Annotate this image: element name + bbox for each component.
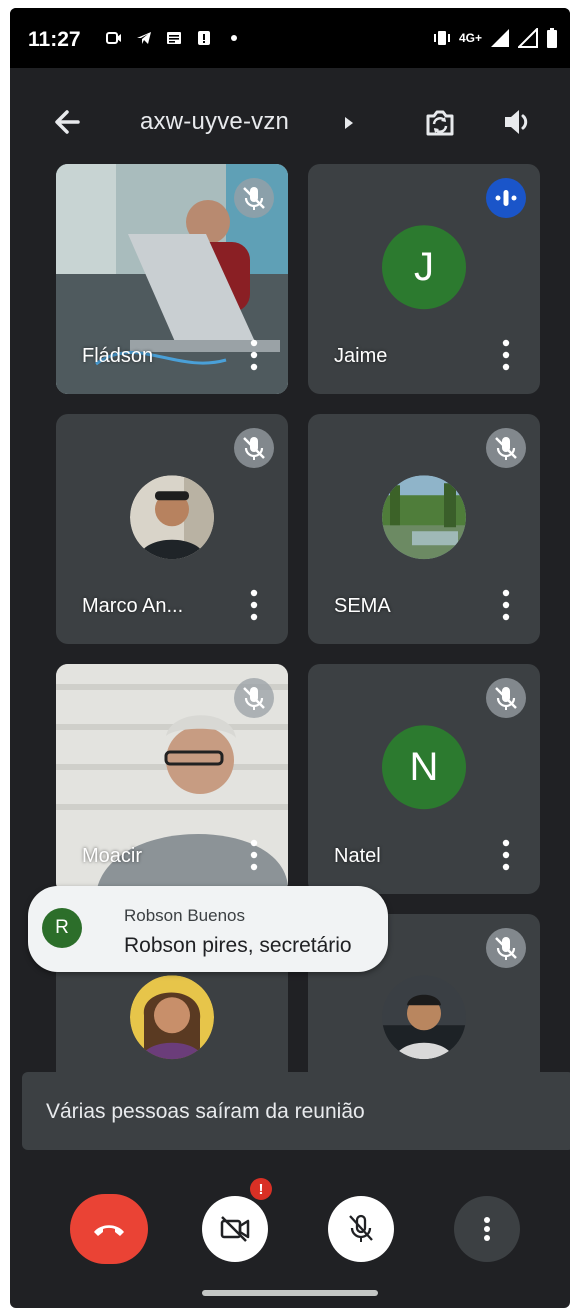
participant-tile[interactable]: N Natel — [308, 664, 540, 894]
snackbar-text: Várias pessoas saíram da reunião — [46, 1100, 365, 1123]
speaking-badge — [486, 178, 526, 218]
participant-photo — [130, 475, 214, 560]
participant-photo — [382, 975, 466, 1060]
back-arrow-icon[interactable] — [48, 102, 88, 142]
participant-photo — [382, 475, 466, 560]
more-vert-icon[interactable] — [498, 338, 514, 372]
participant-photo — [130, 975, 214, 1060]
mic-off-icon — [243, 437, 265, 460]
status-bar: 11:27 4G+ — [10, 8, 570, 68]
call-controls — [10, 1158, 570, 1278]
sender-avatar: R — [42, 908, 82, 948]
mic-off-icon — [495, 437, 517, 460]
mic-muted-badge — [486, 428, 526, 468]
status-time: 11:27 — [28, 28, 81, 51]
more-options-button[interactable] — [454, 1196, 520, 1262]
more-vert-icon[interactable] — [498, 588, 514, 622]
participant-name: Fládson — [82, 345, 154, 367]
chat-message-toast[interactable]: R Robson Buenos Robson pires, secretário — [28, 886, 388, 972]
meet-notification-icon — [106, 32, 121, 44]
participant-name: Marco An... — [82, 595, 184, 617]
more-vert-icon — [484, 1217, 490, 1241]
mic-off-icon — [349, 1214, 373, 1242]
audio-level-icon — [495, 190, 517, 206]
mic-toggle-button[interactable] — [328, 1196, 394, 1262]
mic-off-icon — [243, 187, 265, 210]
signal-icon — [491, 29, 509, 47]
switch-camera-icon[interactable] — [420, 102, 460, 142]
alert-app-icon — [198, 31, 210, 45]
mic-off-icon — [495, 687, 517, 710]
call-end-icon — [94, 1225, 124, 1236]
gesture-nav-handle[interactable] — [202, 1290, 378, 1296]
participant-tile[interactable]: Fládson — [56, 164, 288, 394]
system-icons: 4G+ — [433, 28, 558, 48]
participant-tile[interactable]: SEMA — [308, 414, 540, 644]
notification-icons — [106, 30, 242, 46]
participant-name: SEMA — [334, 595, 391, 617]
mic-muted-badge — [234, 678, 274, 718]
more-vert-icon[interactable] — [498, 838, 514, 872]
toast-message-text: Robson pires, secretário — [124, 934, 352, 957]
signal-secondary-icon — [518, 28, 538, 48]
more-vert-icon[interactable] — [246, 838, 262, 872]
phone-screen: 11:27 4G+ axw-uyve-vzn Fládson J Jaime M… — [10, 8, 570, 1308]
mic-muted-badge — [234, 178, 274, 218]
network-type: 4G+ — [458, 31, 482, 45]
participant-name: Natel — [334, 845, 381, 867]
speaker-icon[interactable] — [500, 104, 536, 140]
toast-sender-name: Robson Buenos — [124, 906, 245, 925]
participant-avatar: J — [382, 225, 466, 310]
participant-tile[interactable]: Marco An... — [56, 414, 288, 644]
telegram-icon — [137, 32, 151, 44]
mic-off-icon — [495, 937, 517, 960]
videocam-off-icon — [220, 1216, 250, 1242]
mic-muted-badge — [486, 928, 526, 968]
camera-toggle-button[interactable] — [202, 1196, 268, 1262]
participant-tile[interactable]: Moacir — [56, 664, 288, 894]
more-vert-icon[interactable] — [246, 588, 262, 622]
participant-tile[interactable]: J Jaime — [308, 164, 540, 394]
battery-icon — [547, 28, 557, 48]
meeting-toolbar: axw-uyve-vzn — [10, 68, 570, 168]
more-vert-icon[interactable] — [246, 338, 262, 372]
participant-name: Moacir — [82, 845, 143, 867]
camera-alert-badge: ! — [250, 1178, 272, 1200]
mic-muted-badge — [486, 678, 526, 718]
chevron-right-icon[interactable] — [343, 116, 355, 130]
mic-off-icon — [243, 687, 265, 710]
snackbar: Várias pessoas saíram da reunião — [22, 1072, 570, 1150]
dot-icon — [231, 35, 237, 41]
vibrate-icon — [433, 31, 450, 45]
leave-call-button[interactable] — [70, 1194, 148, 1264]
news-icon — [167, 32, 181, 44]
participant-avatar: N — [382, 725, 466, 810]
meeting-code-title[interactable]: axw-uyve-vzn — [140, 108, 289, 136]
participant-name: Jaime — [334, 345, 388, 367]
mic-muted-badge — [234, 428, 274, 468]
